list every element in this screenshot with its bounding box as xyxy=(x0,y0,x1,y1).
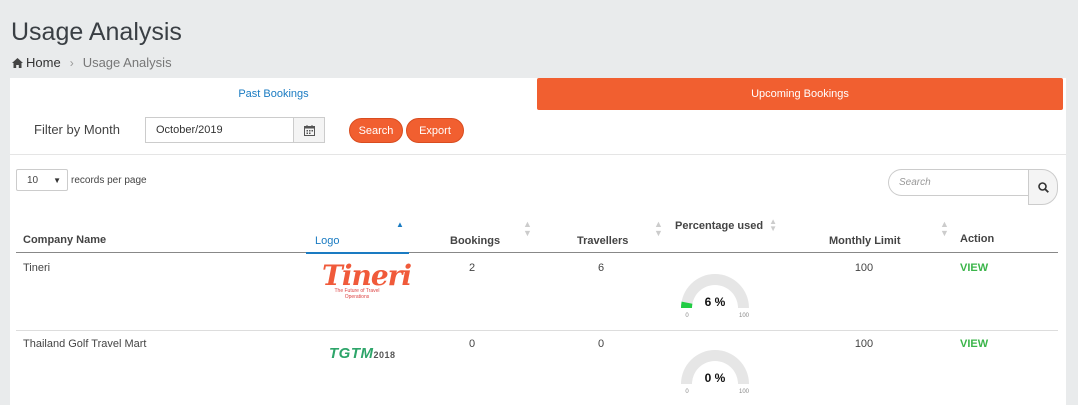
company-name: Thailand Golf Travel Mart xyxy=(23,338,147,350)
calendar-button[interactable] xyxy=(293,117,325,143)
column-header-logo[interactable]: Logo xyxy=(315,235,339,247)
search-icon xyxy=(1037,181,1049,193)
bookings-value: 2 xyxy=(468,262,476,274)
gauge-value: 6 % xyxy=(705,295,726,309)
column-header-percentage-used-label: Percentage used xyxy=(675,219,764,232)
breadcrumb: Home › Usage Analysis xyxy=(12,55,172,70)
sort-icon: ▲ ▼ xyxy=(523,219,532,238)
view-link[interactable]: VIEW xyxy=(960,338,988,350)
tab-past-bookings[interactable]: Past Bookings xyxy=(10,78,537,110)
usage-panel: Past Bookings Upcoming Bookings Filter b… xyxy=(10,78,1066,405)
sort-icon: ▲ ▼ xyxy=(769,217,778,233)
gauge-min: 0 xyxy=(685,313,689,319)
column-header-percentage-used[interactable]: Percentage used ▲ ▼ xyxy=(675,217,778,233)
breadcrumb-current: Usage Analysis xyxy=(82,55,172,70)
sort-icon: ▲ ▼ xyxy=(654,219,663,238)
logo-word: Tineri xyxy=(322,259,412,292)
month-input[interactable]: October/2019 xyxy=(145,117,294,143)
column-header-action: Action xyxy=(960,233,995,245)
company-name: Tineri xyxy=(23,262,51,274)
records-per-page-label: records per page xyxy=(71,174,147,186)
sort-icon: ▲ ▼ xyxy=(940,219,949,238)
table-search-button[interactable] xyxy=(1028,169,1058,205)
logo-word: TGTM xyxy=(329,345,374,362)
monthly-limit-value: 100 xyxy=(854,338,874,350)
gauge-value: 0 % xyxy=(705,371,726,385)
page-title: Usage Analysis xyxy=(11,18,182,46)
column-header-bookings[interactable]: Bookings xyxy=(450,235,500,247)
column-header-travellers[interactable]: Travellers xyxy=(577,235,628,247)
table-header-border xyxy=(16,252,1058,253)
column-header-company[interactable]: Company Name xyxy=(23,234,106,246)
divider xyxy=(10,154,1066,155)
logo-year: 2018 xyxy=(373,350,396,360)
breadcrumb-separator-icon: › xyxy=(69,55,74,70)
home-icon xyxy=(12,57,23,68)
gauge-max: 100 xyxy=(739,389,750,395)
gauge-max: 100 xyxy=(739,313,750,319)
filter-by-month-label: Filter by Month xyxy=(34,122,120,137)
records-per-page: 10 ▼ records per page xyxy=(16,169,147,191)
row-divider xyxy=(16,330,1058,331)
sorted-column-indicator xyxy=(306,252,409,254)
bookings-value: 0 xyxy=(468,338,476,350)
view-link[interactable]: VIEW xyxy=(960,262,988,274)
sort-asc-icon: ▲ xyxy=(396,220,404,229)
travellers-value: 0 xyxy=(597,338,605,350)
page-size-value: 10 xyxy=(27,174,39,186)
monthly-limit-value: 100 xyxy=(854,262,874,274)
page-size-select[interactable]: 10 ▼ xyxy=(16,169,68,191)
travellers-value: 6 xyxy=(597,262,605,274)
breadcrumb-home-label: Home xyxy=(26,55,61,70)
table-search-input[interactable]: Search xyxy=(888,169,1029,196)
search-button[interactable]: Search xyxy=(349,118,403,143)
tab-upcoming-bookings[interactable]: Upcoming Bookings xyxy=(537,78,1063,110)
export-button[interactable]: Export xyxy=(406,118,464,143)
gauge-min: 0 xyxy=(685,389,689,395)
column-header-monthly-limit[interactable]: Monthly Limit xyxy=(829,235,901,247)
breadcrumb-home[interactable]: Home xyxy=(12,55,61,70)
calendar-icon xyxy=(303,124,315,136)
company-logo-tgtm: TGTM2018 xyxy=(329,345,396,362)
company-logo-tineri: Tineri The Future of Travel Operations xyxy=(322,259,412,301)
percentage-gauge: 0 % 0 100 xyxy=(672,346,758,396)
percentage-gauge: 6 % 0 100 xyxy=(672,270,758,320)
chevron-down-icon: ▼ xyxy=(53,175,61,185)
